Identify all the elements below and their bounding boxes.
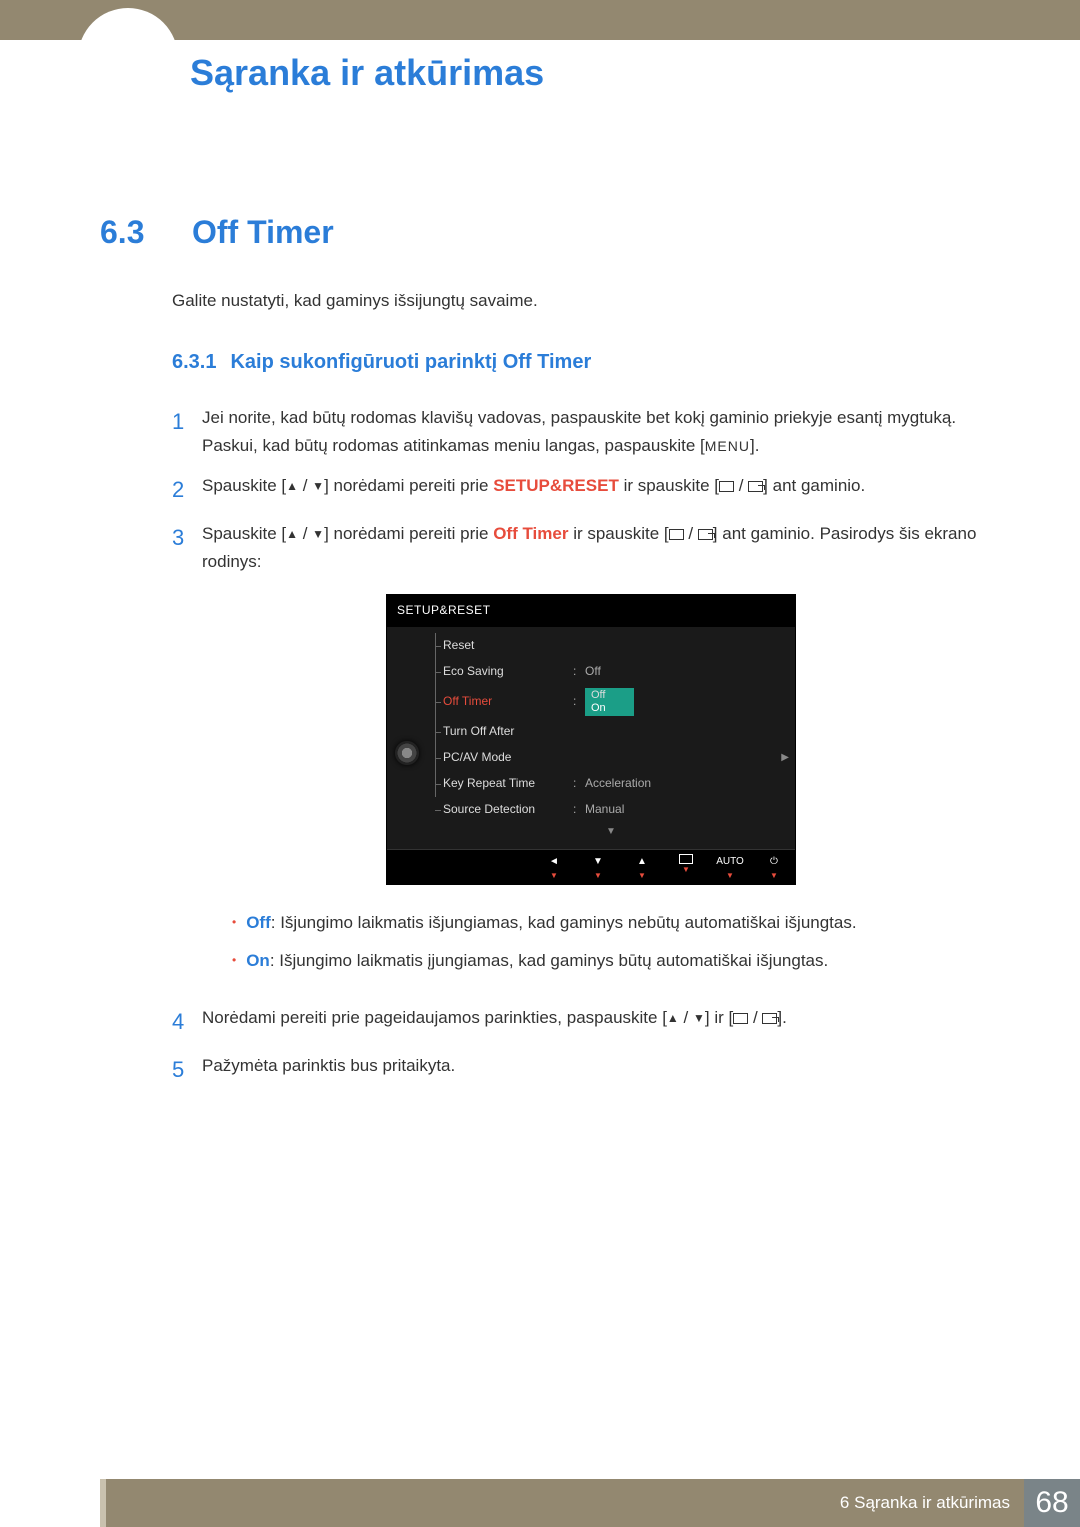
bullet-icon: • (232, 909, 236, 935)
bullet-icon: • (232, 947, 236, 973)
box-icon (669, 529, 684, 540)
osd-footer-up: ▲▼ (627, 854, 657, 881)
step-number: 3 (172, 520, 202, 556)
bullet-off: • Off: Išjungimo laikmatis išjungiamas, … (232, 909, 980, 937)
highlight-setup-reset: SETUP&RESET (493, 476, 619, 495)
osd-row-pcav: PC/AV Mode ▶ (427, 745, 795, 771)
osd-menu: Reset Eco Saving : Off Off Timer (427, 627, 795, 849)
footer-chapter: 6 Sąranka ir atkūrimas (100, 1479, 1024, 1527)
footer-page-number: 68 (1024, 1479, 1080, 1527)
highlight-off-timer: Off Timer (493, 524, 568, 543)
section-intro: Galite nustatyti, kad gaminys išsijungtų… (172, 291, 980, 311)
menu-label: MENU (705, 438, 750, 454)
page-footer: 6 Sąranka ir atkūrimas 68 (0, 1479, 1080, 1527)
down-icon: ▼ (312, 525, 324, 545)
osd-footer-auto: AUTO▼ (715, 854, 745, 881)
osd-footer-down: ▼▼ (583, 854, 613, 881)
step-number: 1 (172, 404, 202, 440)
osd-icon-column (387, 627, 427, 849)
subsection-heading: 6.3.1 Kaip sukonfigūruoti parinktį Off T… (172, 351, 980, 374)
subsection-title: Kaip sukonfigūruoti parinktį Off Timer (230, 351, 591, 374)
step-body: Jei norite, kad būtų rodomas klavišų vad… (202, 404, 980, 460)
up-icon: ▲ (286, 525, 298, 545)
osd-row-eco: Eco Saving : Off (427, 659, 795, 685)
enter-icon (748, 481, 763, 492)
step-body: Spauskite [▲ / ▼] norėdami pereiti prie … (202, 472, 980, 500)
step-number: 2 (172, 472, 202, 508)
gear-icon (395, 741, 419, 765)
up-icon: ▲ (286, 477, 298, 497)
osd-dropdown: Off On (585, 688, 634, 716)
step-list: 1 Jei norite, kad būtų rodomas klavišų v… (172, 404, 980, 1088)
step-1: 1 Jei norite, kad būtų rodomas klavišų v… (172, 404, 980, 460)
box-icon (733, 1013, 748, 1024)
section-number: 6.3 (100, 214, 192, 251)
osd-row-keyrepeat: Key Repeat Time : Acceleration (427, 771, 795, 797)
osd-scroll-down: ▼ (427, 822, 795, 843)
chapter-badge (78, 8, 178, 108)
osd-footer-power: ⏻▼ (759, 854, 789, 881)
up-icon: ▲ (667, 1009, 679, 1029)
osd-body: Reset Eco Saving : Off Off Timer (387, 627, 795, 849)
step-4: 4 Norėdami pereiti prie pageidaujamos pa… (172, 1004, 980, 1040)
osd-screenshot: SETUP&RESET Reset Eco Sa (386, 594, 796, 885)
footer-accent (100, 1479, 106, 1527)
step-body: Pažymėta parinktis bus pritaikyta. (202, 1052, 980, 1080)
down-icon: ▼ (312, 477, 324, 497)
osd-title: SETUP&RESET (387, 595, 795, 627)
osd-footer: ◄▼ ▼▼ ▲▼ ▼ AUTO▼ ⏻▼ (387, 849, 795, 885)
step-number: 5 (172, 1052, 202, 1088)
enter-icon (762, 1013, 777, 1024)
osd-footer-back: ◄▼ (539, 854, 569, 881)
enter-icon (698, 529, 713, 540)
subsection-number: 6.3.1 (172, 351, 216, 374)
step-5: 5 Pažymėta parinktis bus pritaikyta. (172, 1052, 980, 1088)
step-body: Norėdami pereiti prie pageidaujamos pari… (202, 1004, 980, 1032)
chevron-right-icon: ▶ (781, 750, 789, 767)
section-title: Off Timer (192, 214, 334, 251)
osd-row-reset: Reset (427, 633, 795, 659)
page-content: 6.3 Off Timer Galite nustatyti, kad gami… (0, 94, 1080, 1088)
step-body: Spauskite [▲ / ▼] norėdami pereiti prie … (202, 520, 980, 991)
step-3: 3 Spauskite [▲ / ▼] norėdami pereiti pri… (172, 520, 980, 991)
down-icon: ▼ (693, 1009, 705, 1029)
box-icon (719, 481, 734, 492)
osd-footer-enter: ▼ (671, 854, 701, 881)
section-heading: 6.3 Off Timer (100, 214, 980, 251)
osd-row-turnoff: Turn Off After (427, 719, 795, 745)
osd-row-source: Source Detection : Manual (427, 797, 795, 823)
step-2: 2 Spauskite [▲ / ▼] norėdami pereiti pri… (172, 472, 980, 508)
bullet-list: • Off: Išjungimo laikmatis išjungiamas, … (232, 909, 980, 975)
bullet-on: • On: Išjungimo laikmatis įjungiamas, ka… (232, 947, 980, 975)
step-number: 4 (172, 1004, 202, 1040)
osd-row-off-timer: Off Timer : Off On (427, 685, 795, 719)
